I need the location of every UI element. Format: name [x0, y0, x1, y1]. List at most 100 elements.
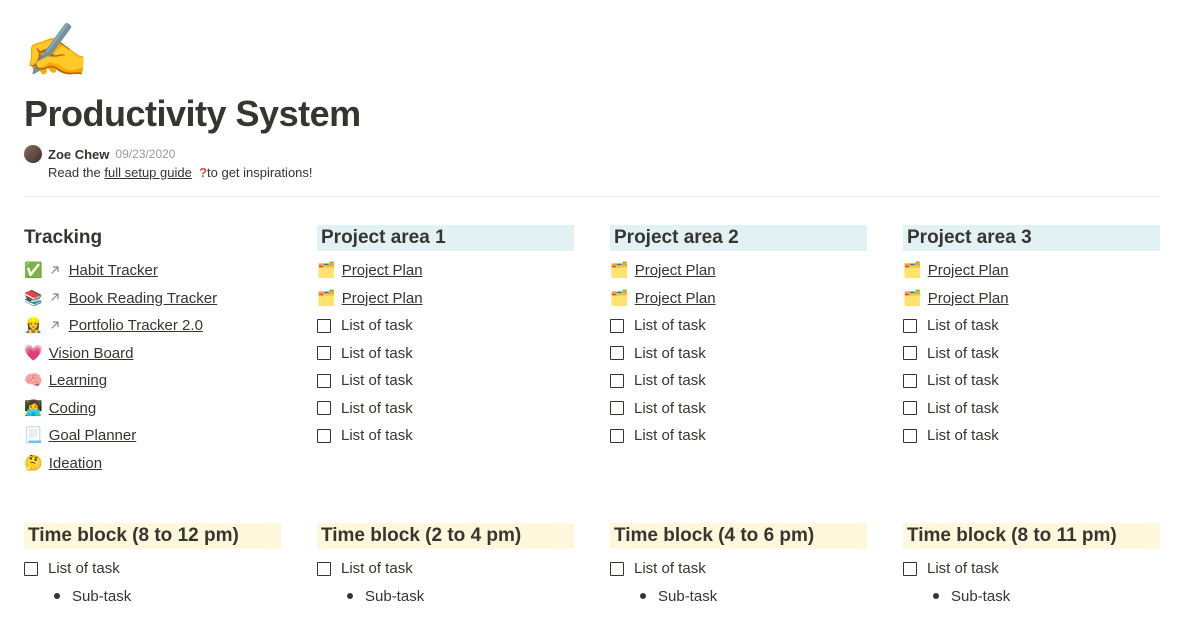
tracking-item[interactable]: 👷‍♀️ Portfolio Tracker 2.0	[24, 312, 281, 340]
checkbox[interactable]	[903, 346, 917, 360]
project-plan-label[interactable]: Project Plan	[342, 258, 423, 284]
todo-label: List of task	[341, 396, 413, 422]
todo-label: List of task	[341, 313, 413, 339]
divider	[24, 196, 1160, 197]
checkbox[interactable]	[610, 429, 624, 443]
question-mark-icon: ?	[199, 165, 207, 180]
todo-item[interactable]: List of task	[610, 340, 867, 368]
checkbox[interactable]	[903, 562, 917, 576]
tracking-item[interactable]: 📚Book Reading Tracker	[24, 285, 281, 313]
checkbox[interactable]	[610, 401, 624, 415]
tracking-label[interactable]: Learning	[49, 368, 107, 394]
tracking-label[interactable]: Coding	[49, 396, 97, 422]
checkbox[interactable]	[317, 401, 331, 415]
project-plan-link[interactable]: 🗂️Project Plan	[610, 257, 867, 285]
checkbox[interactable]	[317, 562, 331, 576]
todo-item[interactable]: List of task	[903, 555, 1160, 583]
todo-item[interactable]: List of task	[903, 340, 1160, 368]
project-plan-link[interactable]: 🗂️Project Plan	[903, 257, 1160, 285]
tracking-label[interactable]: Portfolio Tracker 2.0	[69, 313, 203, 339]
tracking-item[interactable]: 🤔Ideation	[24, 450, 281, 478]
project-plan-link[interactable]: 🗂️Project Plan	[317, 257, 574, 285]
project-plan-label[interactable]: Project Plan	[342, 286, 423, 312]
tracking-label[interactable]: Goal Planner	[49, 423, 137, 449]
todo-item[interactable]: List of task	[317, 422, 574, 450]
project-plan-emoji: 🗂️	[903, 286, 922, 312]
todo-item[interactable]: List of task	[610, 422, 867, 450]
todo-item[interactable]: List of task	[317, 555, 574, 583]
time-block-column: Time block (2 to 4 pm) List of taskSub-ta…	[317, 523, 574, 610]
project-plan-emoji: 🗂️	[317, 286, 336, 312]
todo-item[interactable]: List of task	[903, 312, 1160, 340]
checkbox[interactable]	[903, 429, 917, 443]
project-plan-label[interactable]: Project Plan	[635, 258, 716, 284]
todo-item[interactable]: List of task	[903, 422, 1160, 450]
project-area-1-column: Project area 1🗂️Project Plan🗂️Project Pl…	[317, 225, 574, 477]
checkbox[interactable]	[610, 319, 624, 333]
todo-label: List of task	[634, 368, 706, 394]
project-plan-link[interactable]: 🗂️Project Plan	[610, 285, 867, 313]
todo-item[interactable]: List of task	[610, 367, 867, 395]
checkbox[interactable]	[903, 401, 917, 415]
external-arrow-icon	[49, 291, 63, 305]
project-area-2-column: Project area 2🗂️Project Plan🗂️Project Pl…	[610, 225, 867, 477]
author-meta: Zoe Chew 09/23/2020	[24, 145, 1160, 163]
todo-label: List of task	[634, 313, 706, 339]
checkbox[interactable]	[610, 562, 624, 576]
sub-task-label: Sub-task	[365, 584, 424, 610]
project-plan-label[interactable]: Project Plan	[928, 286, 1009, 312]
external-arrow-icon	[49, 319, 63, 333]
todo-label: List of task	[927, 556, 999, 582]
tracking-emoji: 👷‍♀️	[24, 313, 43, 339]
bullet-icon	[933, 593, 939, 599]
todo-item[interactable]: List of task	[903, 395, 1160, 423]
checkbox[interactable]	[610, 374, 624, 388]
tracking-emoji: 💗	[24, 341, 43, 367]
todo-item[interactable]: List of task	[317, 340, 574, 368]
sub-task-label: Sub-task	[72, 584, 131, 610]
checkbox[interactable]	[317, 319, 331, 333]
checkbox[interactable]	[317, 374, 331, 388]
project-plan-label[interactable]: Project Plan	[928, 258, 1009, 284]
todo-item[interactable]: List of task	[317, 367, 574, 395]
tracking-item[interactable]: 🧠Learning	[24, 367, 281, 395]
todo-item[interactable]: List of task	[610, 395, 867, 423]
tracking-item[interactable]: 💗Vision Board	[24, 340, 281, 368]
tracking-label[interactable]: Ideation	[49, 451, 102, 477]
tracking-heading: Tracking	[24, 225, 281, 251]
todo-item[interactable]: List of task	[610, 555, 867, 583]
checkbox[interactable]	[317, 346, 331, 360]
checkbox[interactable]	[903, 319, 917, 333]
tracking-label[interactable]: Vision Board	[49, 341, 134, 367]
todo-label: List of task	[927, 423, 999, 449]
checkbox[interactable]	[317, 429, 331, 443]
checkbox[interactable]	[24, 562, 38, 576]
tracking-emoji: 🧠	[24, 368, 43, 394]
project-plan-label[interactable]: Project Plan	[635, 286, 716, 312]
tracking-label[interactable]: Book Reading Tracker	[69, 286, 217, 312]
sub-task-item: Sub-task	[347, 583, 574, 611]
checkbox[interactable]	[903, 374, 917, 388]
bullet-icon	[54, 593, 60, 599]
project-plan-link[interactable]: 🗂️Project Plan	[317, 285, 574, 313]
time-block-column: Time block (4 to 6 pm)List of taskSub-ta…	[610, 523, 867, 610]
setup-guide-link[interactable]: full setup guide	[104, 165, 191, 180]
tracking-item[interactable]: ✅Habit Tracker	[24, 257, 281, 285]
todo-label: List of task	[634, 341, 706, 367]
tracking-emoji: 🤔	[24, 451, 43, 477]
checkbox[interactable]	[610, 346, 624, 360]
tracking-item[interactable]: 👩‍💻Coding	[24, 395, 281, 423]
time-block-heading: Time block (2 to 4 pm)	[317, 523, 574, 549]
todo-item[interactable]: List of task	[903, 367, 1160, 395]
page-icon: ✍️	[24, 20, 1160, 81]
todo-item[interactable]: List of task	[610, 312, 867, 340]
tracking-item[interactable]: 📃Goal Planner	[24, 422, 281, 450]
tracking-label[interactable]: Habit Tracker	[69, 258, 158, 284]
todo-item[interactable]: List of task	[317, 312, 574, 340]
project-area-heading: Project area 3	[903, 225, 1160, 251]
subtitle-prefix: Read the	[48, 165, 104, 180]
project-plan-link[interactable]: 🗂️Project Plan	[903, 285, 1160, 313]
bullet-icon	[640, 593, 646, 599]
todo-item[interactable]: List of task	[317, 395, 574, 423]
todo-item[interactable]: List of task	[24, 555, 281, 583]
